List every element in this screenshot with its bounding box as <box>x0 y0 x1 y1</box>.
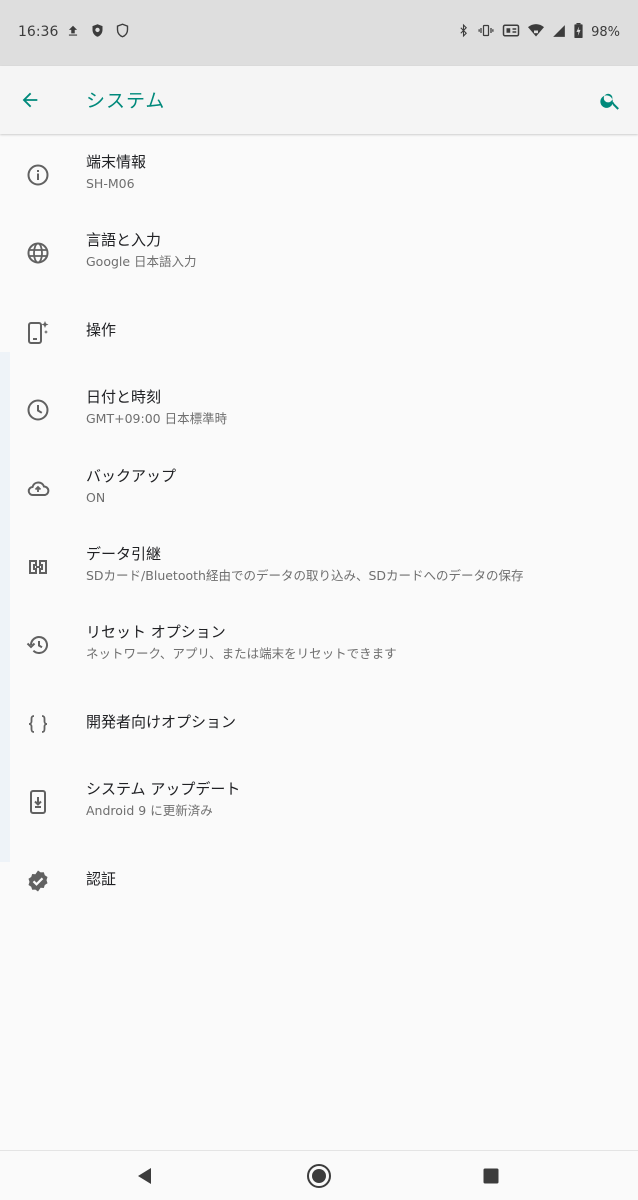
settings-item-language-input[interactable]: 言語と入力 Google 日本語入力 <box>0 212 638 290</box>
item-title: 言語と入力 <box>86 231 162 250</box>
navigation-bar <box>0 1150 638 1200</box>
settings-item-certification[interactable]: 認証 <box>0 840 638 918</box>
phone-sparkle-icon <box>24 318 52 346</box>
settings-item-gestures[interactable]: 操作 <box>0 291 638 369</box>
nav-home-button[interactable] <box>304 1161 334 1191</box>
app-bar: システム <box>0 66 638 134</box>
item-title: システム アップデート <box>86 780 241 799</box>
nfc-icon <box>502 23 520 42</box>
item-title: バックアップ <box>86 466 177 485</box>
settings-item-backup[interactable]: バックアップ ON <box>0 448 638 526</box>
settings-item-reset-options[interactable]: リセット オプション ネットワーク、アプリ、または端末をリセットできます <box>0 604 638 682</box>
item-title: 日付と時刻 <box>86 388 162 407</box>
item-title: 操作 <box>86 320 117 339</box>
item-subtitle: Google 日本語入力 <box>86 254 197 270</box>
battery-icon <box>574 23 583 42</box>
status-time: 16:36 <box>18 24 59 40</box>
home-circle-icon <box>307 1164 331 1188</box>
vibrate-icon <box>478 23 494 42</box>
item-subtitle: ON <box>86 489 106 505</box>
arrow-back-icon <box>22 92 38 108</box>
globe-icon <box>24 239 52 267</box>
settings-item-date-time[interactable]: 日付と時刻 GMT+09:00 日本標準時 <box>0 369 638 447</box>
shield-outline-icon <box>115 23 130 42</box>
info-icon <box>24 161 52 189</box>
shield-badge-icon <box>90 23 105 42</box>
item-subtitle: ネットワーク、アプリ、または端末をリセットできます <box>86 646 397 662</box>
search-icon <box>599 93 619 110</box>
clock-icon <box>24 396 52 424</box>
back-button[interactable] <box>14 84 46 116</box>
settings-item-device-info[interactable]: 端末情報 SH-M06 <box>0 134 638 212</box>
item-subtitle: GMT+09:00 日本標準時 <box>86 411 228 427</box>
settings-item-developer-options[interactable]: 開発者向けオプション <box>0 683 638 761</box>
status-right-icons: 98% <box>457 23 620 42</box>
verified-badge-icon <box>24 867 52 895</box>
settings-list: 端末情報 SH-M06 言語と入力 Google 日本語入力 操作 日付と時刻 … <box>0 134 638 918</box>
item-subtitle: SDカード/Bluetooth経由でのデータの取り込み、SDカードへのデータの保… <box>86 567 524 583</box>
data-transfer-icon <box>24 553 52 581</box>
recents-square-icon <box>483 1168 499 1184</box>
settings-item-system-update[interactable]: システム アップデート Android 9 に更新済み <box>0 761 638 839</box>
braces-icon <box>24 710 52 738</box>
battery-percentage: 98% <box>591 25 620 40</box>
item-title: リセット オプション <box>86 623 226 642</box>
item-subtitle: SH-M06 <box>86 176 135 191</box>
item-title: 開発者向けオプション <box>86 712 237 731</box>
cloud-upload-icon <box>24 475 52 503</box>
status-bar: 16:36 98% <box>0 0 638 66</box>
history-icon <box>24 631 52 659</box>
settings-item-data-transfer[interactable]: データ引継 SDカード/Bluetooth経由でのデータの取り込み、SDカードへ… <box>0 526 638 604</box>
system-update-icon <box>24 788 52 816</box>
page-title: システム <box>86 90 166 112</box>
item-title: データ引継 <box>86 544 162 563</box>
item-title: 認証 <box>86 869 117 888</box>
cell-signal-icon <box>552 23 566 42</box>
back-triangle-icon <box>138 1168 151 1184</box>
search-button[interactable] <box>594 84 626 116</box>
item-subtitle: Android 9 に更新済み <box>86 803 213 819</box>
status-left-icons <box>66 23 130 42</box>
bluetooth-icon <box>457 23 470 42</box>
wifi-icon <box>528 23 545 42</box>
upload-icon <box>66 23 80 42</box>
nav-recents-button[interactable] <box>476 1161 506 1191</box>
nav-back-button[interactable] <box>130 1161 160 1191</box>
item-title: 端末情報 <box>86 153 147 171</box>
